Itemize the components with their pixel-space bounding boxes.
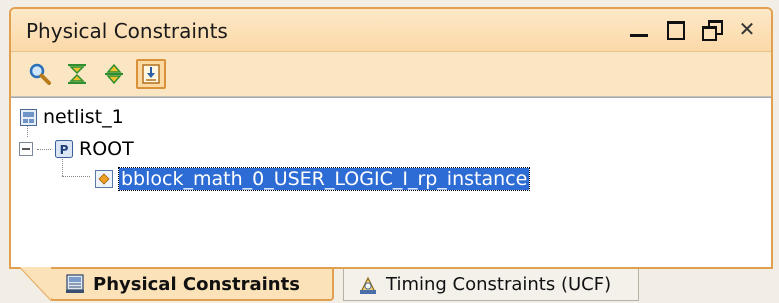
tab-timing-constraints[interactable]: Timing Constraints (UCF) <box>343 269 639 301</box>
tab-physical-constraints[interactable]: Physical Constraints <box>19 267 334 301</box>
search-icon <box>29 63 51 85</box>
window-controls: ✕ <box>627 17 759 41</box>
panel-title: Physical Constraints <box>26 19 228 43</box>
tree-node-label: ROOT <box>79 138 134 160</box>
physical-constraints-panel: Physical Constraints ✕ netlist_1 P ROOT … <box>9 7 773 269</box>
restore-button[interactable] <box>699 17 723 41</box>
collapse-all-icon <box>68 64 86 84</box>
collapse-all-button[interactable] <box>62 59 92 89</box>
bottom-tab-bar: Physical Constraints Timing Constraints … <box>9 267 773 303</box>
import-icon <box>142 64 160 84</box>
search-button[interactable] <box>25 59 55 89</box>
collapse-toggle-icon[interactable] <box>19 142 33 156</box>
constraints-icon <box>66 274 84 293</box>
tree-node-netlist[interactable]: netlist_1 <box>19 106 124 128</box>
tab-label: Physical Constraints <box>93 273 300 295</box>
minimize-button[interactable] <box>627 17 651 41</box>
tree-connector <box>37 148 51 150</box>
tree-node-root[interactable]: P ROOT <box>19 138 134 160</box>
tab-label: Timing Constraints (UCF) <box>386 274 612 295</box>
timing-icon <box>360 276 376 294</box>
maximize-button[interactable] <box>663 17 687 41</box>
tree-node-instance[interactable]: bblock_math_0_USER_LOGIC_I_rp_instance <box>95 167 531 191</box>
constraints-tree[interactable]: netlist_1 P ROOT bblock_math_0_USER_LOGI… <box>11 97 771 267</box>
expand-all-button[interactable] <box>99 59 129 89</box>
panel-titlebar: Physical Constraints ✕ <box>11 9 771 52</box>
netlist-icon <box>19 108 37 126</box>
tree-connector <box>62 176 90 177</box>
tree-node-label: bblock_math_0_USER_LOGIC_I_rp_instance <box>117 167 531 191</box>
tree-node-label: netlist_1 <box>43 106 124 128</box>
import-button[interactable] <box>136 59 166 89</box>
toolbar <box>11 52 771 97</box>
instance-icon <box>95 170 113 188</box>
svg-text:P: P <box>60 143 69 157</box>
expand-all-icon <box>105 63 123 85</box>
package-icon: P <box>55 140 73 158</box>
close-button[interactable]: ✕ <box>735 17 759 41</box>
